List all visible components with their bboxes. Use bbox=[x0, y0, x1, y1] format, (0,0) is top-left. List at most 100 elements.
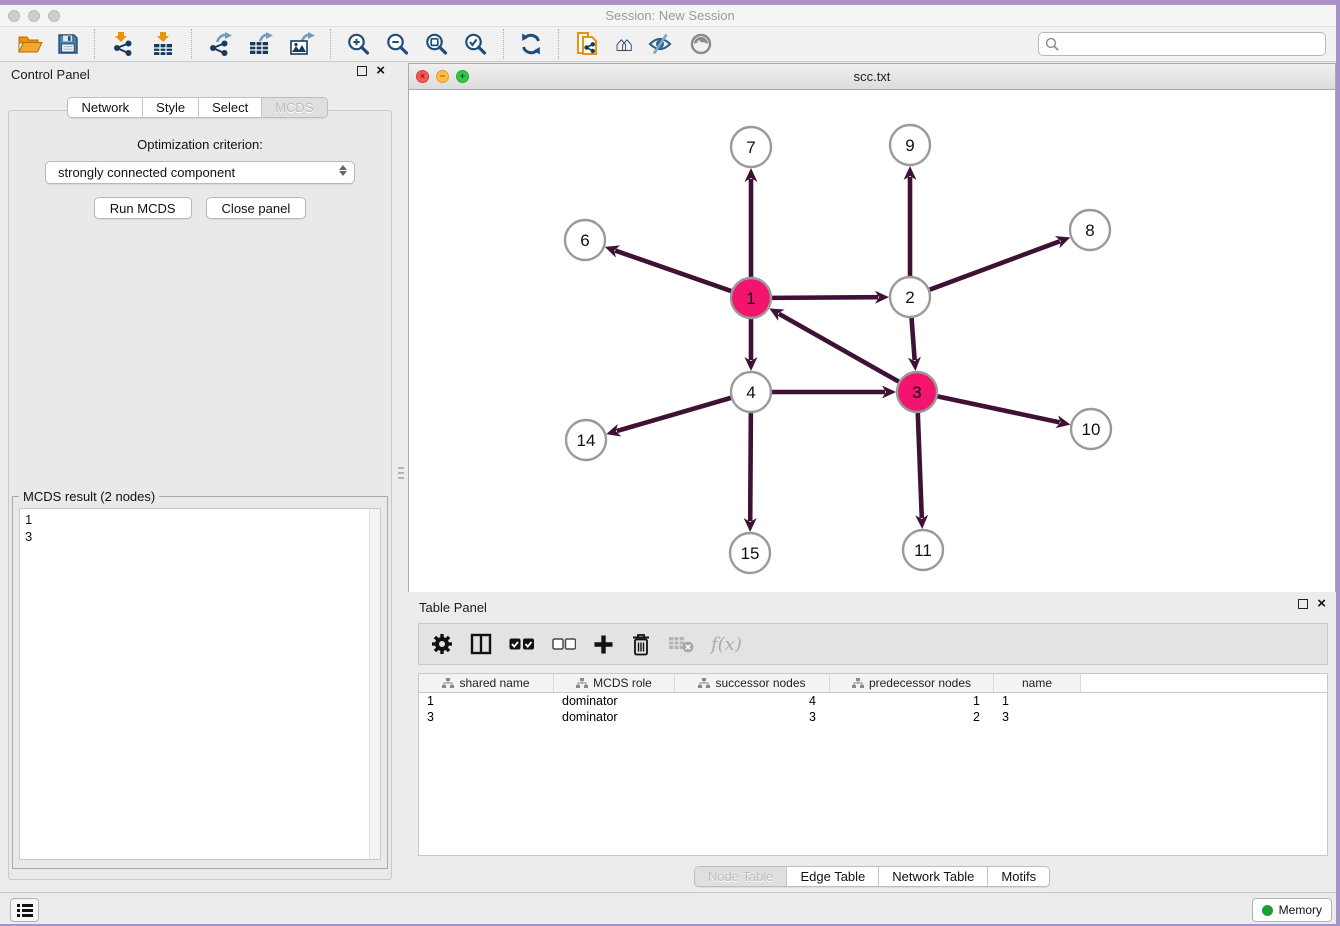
network-window-titlebar: × − + scc.txt bbox=[409, 64, 1335, 90]
mcds-result-title: MCDS result (2 nodes) bbox=[19, 489, 159, 504]
result-scrollbar[interactable] bbox=[369, 509, 380, 859]
table-cell: 4 bbox=[675, 693, 830, 709]
clone-network-icon[interactable] bbox=[567, 29, 608, 59]
export-table-icon[interactable] bbox=[240, 29, 281, 59]
zoom-in-icon[interactable] bbox=[339, 29, 378, 59]
mcds-result-area[interactable]: 13 bbox=[19, 508, 381, 860]
column-header-name[interactable]: name bbox=[994, 674, 1081, 692]
column-header-successor-nodes[interactable]: successor nodes bbox=[675, 674, 830, 692]
graph-edge-4-14[interactable] bbox=[617, 398, 731, 431]
network-window-title: scc.txt bbox=[409, 69, 1335, 84]
settings-gear-icon[interactable] bbox=[431, 633, 453, 655]
toolbar-separator bbox=[94, 29, 95, 59]
optimization-criterion-label: Optimization criterion: bbox=[9, 137, 391, 152]
graph-node-label: 3 bbox=[912, 383, 921, 402]
tab-edge-table[interactable]: Edge Table bbox=[786, 867, 878, 886]
graph-node-label: 10 bbox=[1082, 420, 1101, 439]
tab-motifs[interactable]: Motifs bbox=[987, 867, 1049, 886]
toolbar-separator bbox=[558, 29, 559, 59]
network-canvas[interactable]: 1234678910111415 bbox=[409, 91, 1335, 592]
status-bar: Memory bbox=[0, 892, 1340, 926]
graph-edge-1-6[interactable] bbox=[615, 251, 731, 292]
graph-node-label: 7 bbox=[746, 138, 755, 157]
zoom-selected-icon[interactable] bbox=[456, 29, 495, 59]
list-icon bbox=[16, 903, 34, 918]
export-network-icon[interactable] bbox=[200, 29, 240, 59]
graph-edge-4-15[interactable] bbox=[750, 413, 751, 521]
table-cell: dominator bbox=[554, 709, 675, 725]
export-image-icon[interactable] bbox=[281, 29, 322, 59]
zoom-out-icon[interactable] bbox=[378, 29, 417, 59]
graph-edge-3-10[interactable] bbox=[938, 396, 1060, 422]
float-table-panel-icon[interactable] bbox=[1298, 599, 1308, 609]
hide-panels-icon[interactable] bbox=[640, 29, 681, 59]
table-row[interactable]: 1dominator411 bbox=[419, 693, 1327, 709]
memory-button[interactable]: Memory bbox=[1252, 898, 1332, 922]
table-row[interactable]: 3dominator323 bbox=[419, 709, 1327, 725]
select-all-columns-icon[interactable] bbox=[509, 638, 535, 651]
column-header-predecessor-nodes[interactable]: predecessor nodes bbox=[830, 674, 994, 692]
mcds-result-lines: 13 bbox=[20, 509, 380, 547]
deselect-all-columns-icon[interactable] bbox=[552, 638, 576, 650]
graph-edge-2-8[interactable] bbox=[930, 241, 1060, 290]
app-titlebar: Session: New Session bbox=[0, 5, 1340, 27]
show-columns-icon[interactable] bbox=[470, 633, 492, 655]
graph-edge-1-2[interactable] bbox=[772, 297, 878, 298]
houses-glyph: ⌂⌂ bbox=[615, 34, 633, 55]
main-toolbar: ⌂⌂ bbox=[0, 27, 1340, 62]
table-cell: 3 bbox=[994, 709, 1081, 725]
tab-node-table[interactable]: Node Table bbox=[695, 867, 787, 886]
control-panel: Control Panel × NetworkStyleSelectMCDS O… bbox=[0, 62, 395, 892]
search-input[interactable] bbox=[1065, 37, 1319, 52]
vertical-splitter-grip[interactable] bbox=[398, 460, 404, 486]
column-header-shared-name[interactable]: shared name bbox=[419, 674, 554, 692]
graph-edge-3-1[interactable] bbox=[779, 314, 899, 382]
column-header-MCDS-role[interactable]: MCDS role bbox=[554, 674, 675, 692]
tab-style[interactable]: Style bbox=[142, 98, 198, 117]
task-history-button[interactable] bbox=[10, 898, 39, 922]
table-header-row: shared nameMCDS rolesuccessor nodesprede… bbox=[419, 674, 1327, 693]
graph-node-label: 1 bbox=[746, 289, 755, 308]
control-panel-tabs: NetworkStyleSelectMCDS bbox=[0, 97, 395, 118]
result-line: 1 bbox=[25, 511, 375, 528]
tab-mcds[interactable]: MCDS bbox=[261, 98, 326, 117]
close-panel-button[interactable]: Close panel bbox=[206, 197, 307, 219]
table-cell: 2 bbox=[830, 709, 994, 725]
table-toolbar: f(x) bbox=[418, 623, 1328, 665]
table-panel-header: Table Panel × bbox=[408, 595, 1336, 619]
destroy-table-icon bbox=[668, 635, 694, 654]
zoom-fit-icon[interactable] bbox=[417, 29, 456, 59]
delete-trash-icon[interactable] bbox=[631, 633, 651, 656]
table-cell: 1 bbox=[419, 693, 554, 709]
toolbar-separator bbox=[191, 29, 192, 59]
graph-node-label: 9 bbox=[905, 136, 914, 155]
criterion-select[interactable]: strongly connected component bbox=[45, 161, 355, 184]
add-row-icon[interactable] bbox=[593, 634, 614, 655]
network-overview-icon[interactable]: ⌂⌂ bbox=[608, 29, 640, 59]
network-window: × − + scc.txt 1234678910111415 bbox=[408, 63, 1336, 592]
float-panel-icon[interactable] bbox=[357, 66, 367, 76]
save-session-icon[interactable] bbox=[50, 29, 86, 59]
search-field[interactable] bbox=[1038, 32, 1326, 56]
tab-select[interactable]: Select bbox=[198, 98, 261, 117]
result-line: 3 bbox=[25, 528, 375, 545]
import-table-icon[interactable] bbox=[143, 29, 183, 59]
table-panel-title: Table Panel bbox=[419, 600, 487, 615]
tab-network-table[interactable]: Network Table bbox=[878, 867, 987, 886]
close-panel-icon[interactable]: × bbox=[376, 66, 385, 76]
refresh-icon[interactable] bbox=[512, 29, 550, 59]
graph-node-label: 14 bbox=[577, 431, 596, 450]
run-mcds-button[interactable]: Run MCDS bbox=[94, 197, 192, 219]
node-table: shared nameMCDS rolesuccessor nodesprede… bbox=[418, 673, 1328, 856]
window-frame-right bbox=[1336, 0, 1340, 926]
graph-edge-3-11[interactable] bbox=[918, 413, 922, 518]
close-table-panel-icon[interactable]: × bbox=[1317, 599, 1326, 609]
tab-network[interactable]: Network bbox=[68, 98, 142, 117]
graph-node-label: 2 bbox=[905, 288, 914, 307]
show-panels-icon[interactable] bbox=[681, 29, 721, 59]
open-session-icon[interactable] bbox=[10, 29, 50, 59]
graph-edge-2-3[interactable] bbox=[912, 318, 915, 360]
table-panel: Table Panel × bbox=[408, 595, 1336, 892]
import-network-icon[interactable] bbox=[103, 29, 143, 59]
window-title: Session: New Session bbox=[0, 8, 1340, 23]
